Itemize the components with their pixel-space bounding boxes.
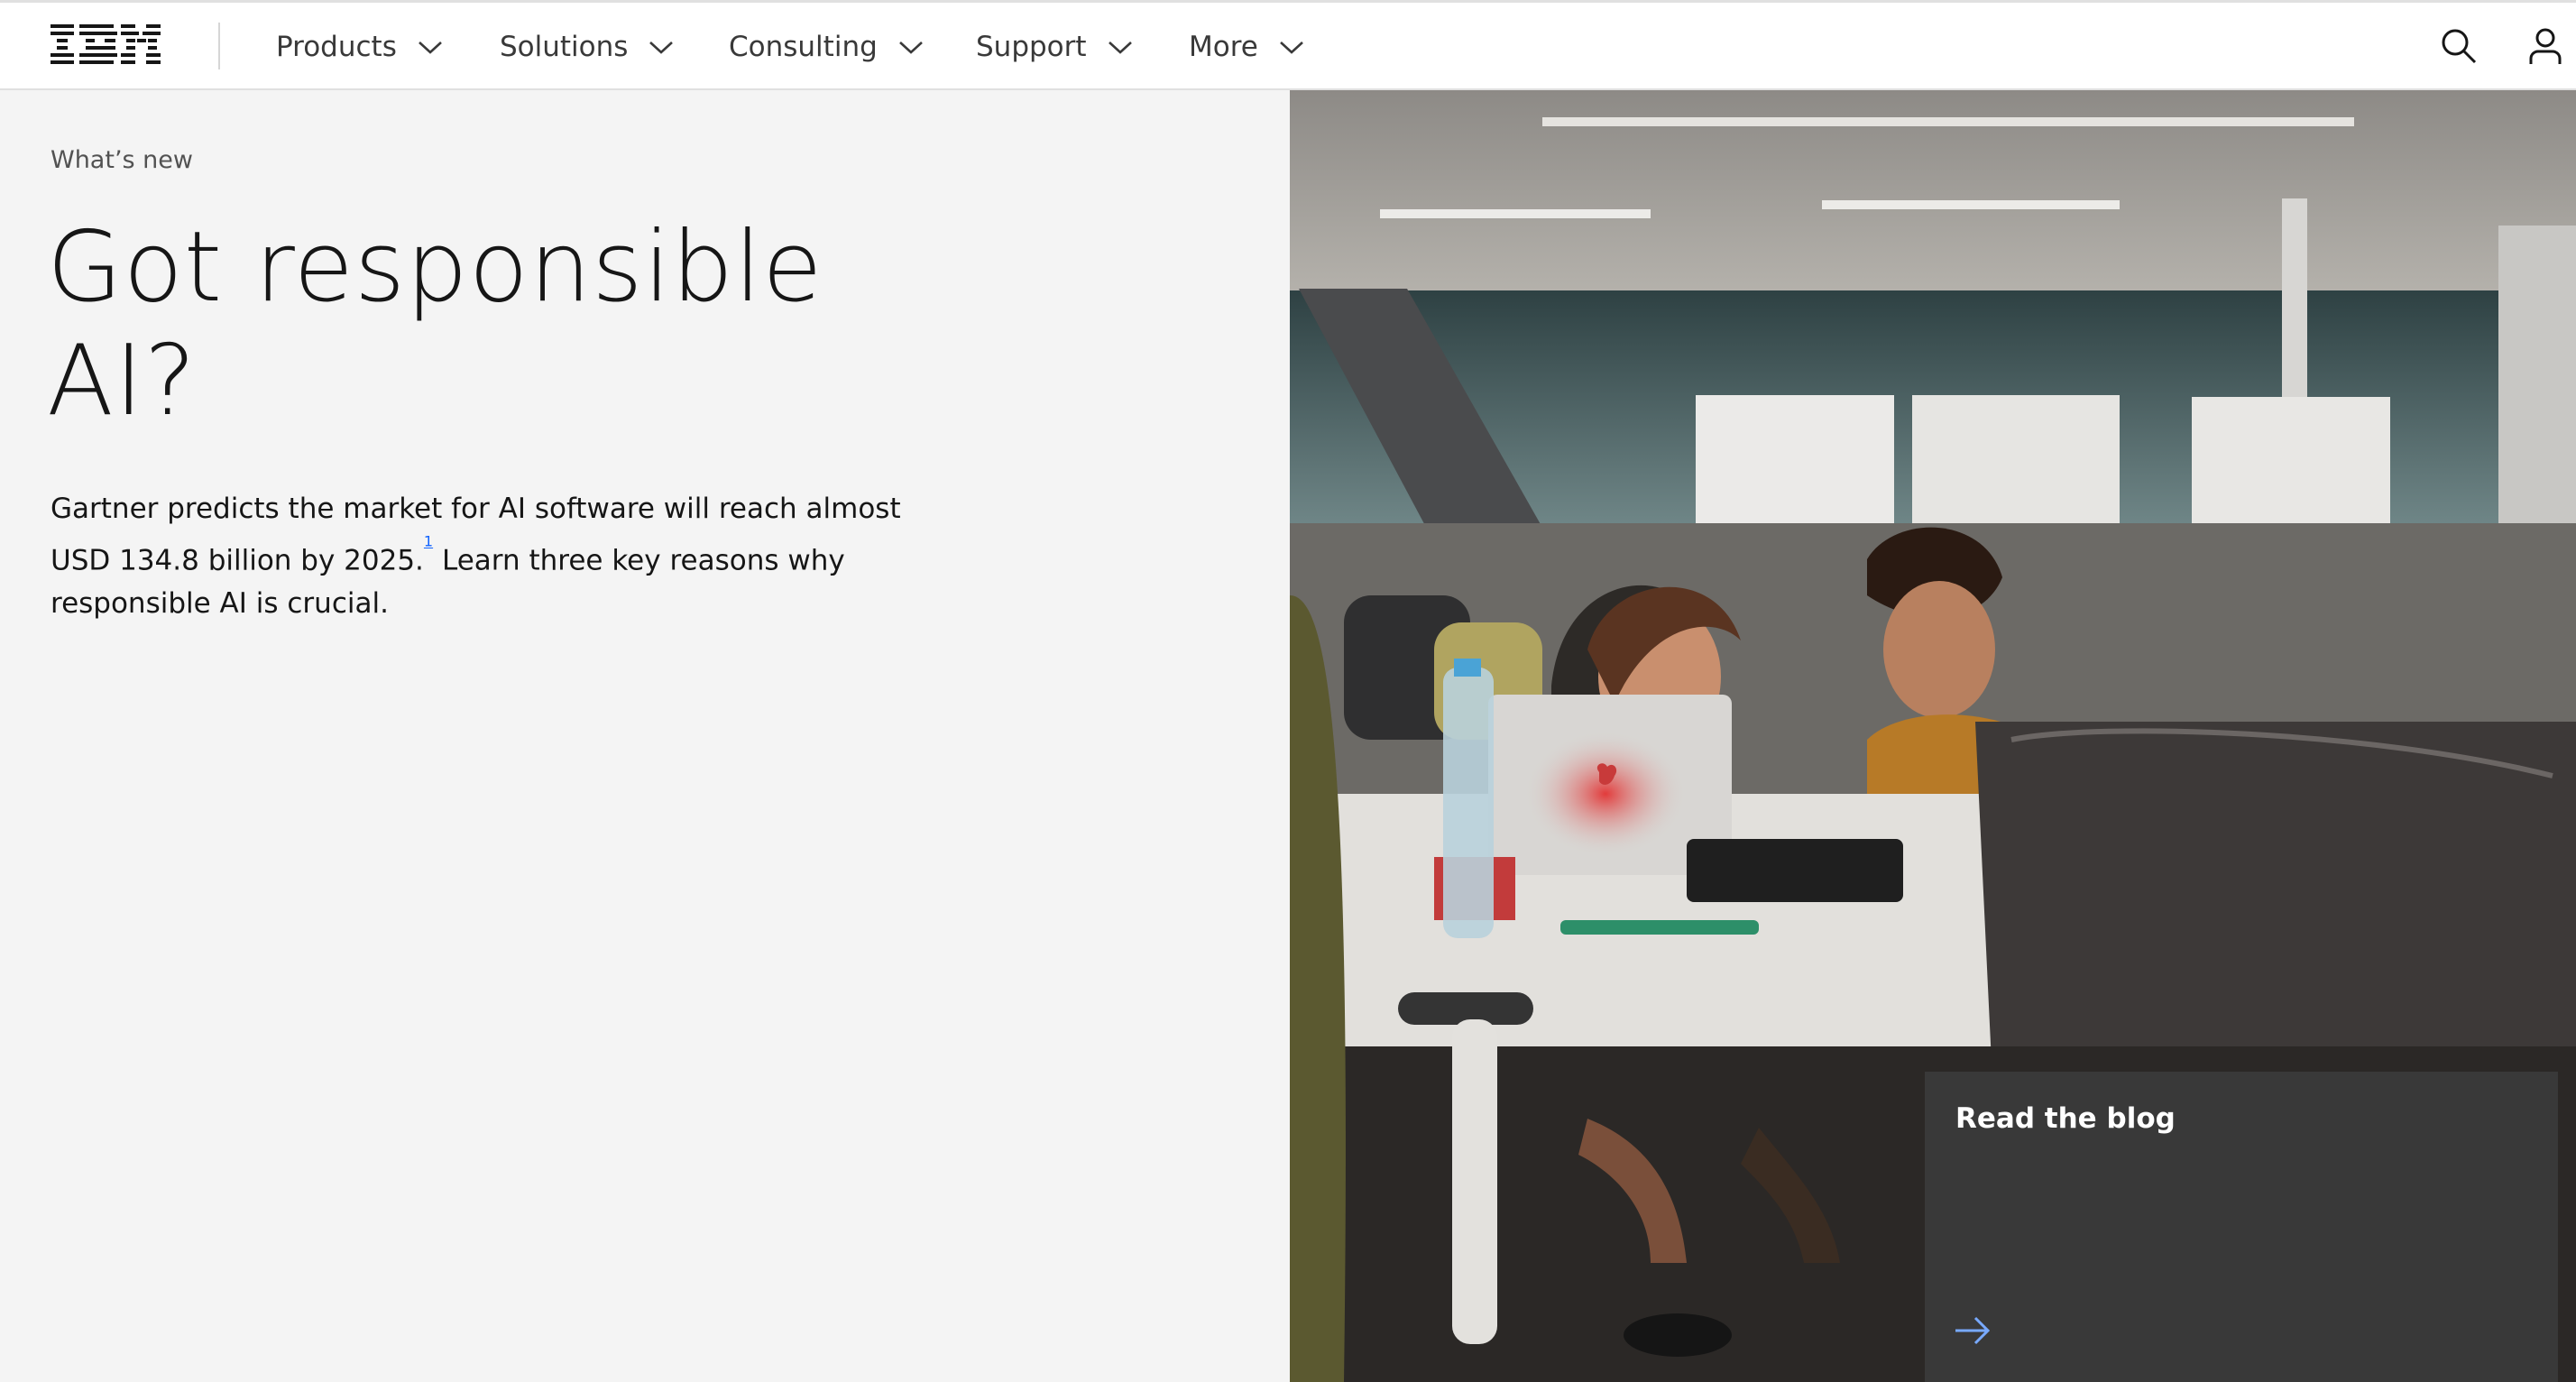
nav-support-label: Support bbox=[976, 30, 1087, 63]
user-icon[interactable] bbox=[2525, 26, 2565, 66]
arrow-right-icon bbox=[1955, 1316, 1991, 1345]
chevron-down-icon bbox=[1108, 41, 1132, 54]
nav-more-label: More bbox=[1189, 30, 1258, 63]
chevron-down-icon bbox=[418, 41, 442, 54]
nav-support[interactable]: Support bbox=[976, 3, 1134, 90]
chevron-down-icon bbox=[898, 41, 923, 54]
chevron-down-icon bbox=[649, 41, 674, 54]
ibm-logo[interactable] bbox=[51, 23, 161, 68]
eyebrow-label: What’s new bbox=[51, 146, 193, 174]
footnote-link[interactable]: 1 bbox=[424, 533, 433, 550]
nav-consulting-label: Consulting bbox=[729, 30, 878, 63]
read-blog-card[interactable]: Read the blog bbox=[1925, 1072, 2558, 1382]
nav-consulting[interactable]: Consulting bbox=[729, 3, 925, 90]
nav-products-label: Products bbox=[276, 30, 397, 63]
title-line-2: AI? bbox=[47, 325, 198, 438]
card-title: Read the blog bbox=[1955, 1102, 2176, 1135]
nav-solutions-label: Solutions bbox=[500, 30, 629, 63]
leadspace-content: What’s new Got responsible AI? Gartner p… bbox=[0, 90, 1290, 1382]
page-title: Got responsible AI? bbox=[47, 211, 859, 438]
title-line-1: Got responsible bbox=[47, 211, 823, 324]
masthead: Products Solutions Consulting Support Mo… bbox=[0, 3, 2576, 90]
hero-description: Gartner predicts the market for AI softw… bbox=[51, 487, 943, 625]
search-icon[interactable] bbox=[2439, 26, 2479, 66]
nav-divider bbox=[218, 23, 220, 69]
nav-solutions[interactable]: Solutions bbox=[500, 3, 675, 90]
chevron-down-icon bbox=[1279, 41, 1303, 54]
nav-products[interactable]: Products bbox=[276, 3, 444, 90]
nav-more[interactable]: More bbox=[1189, 3, 1305, 90]
